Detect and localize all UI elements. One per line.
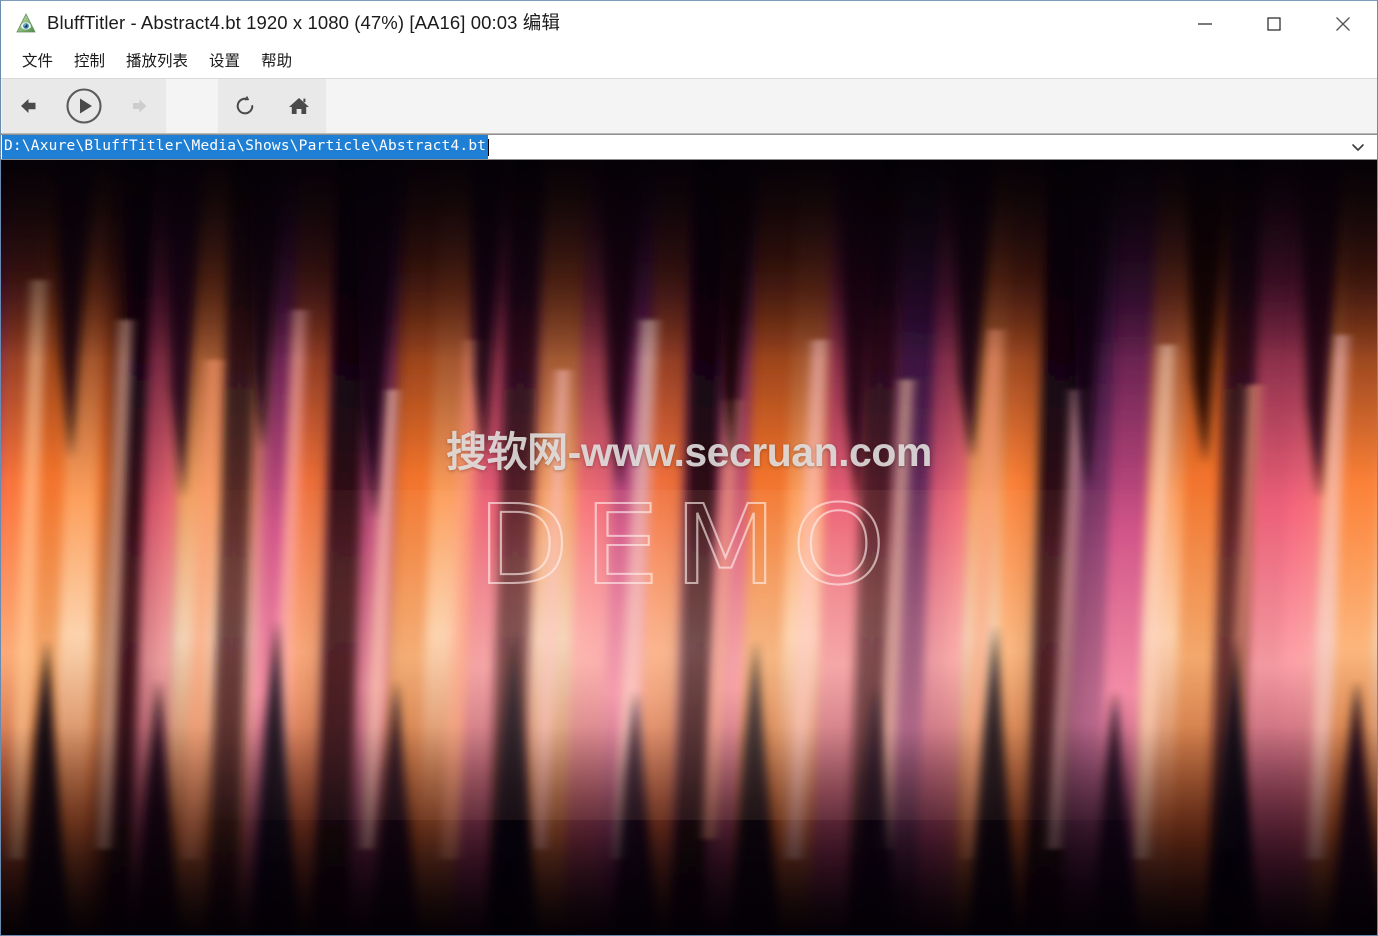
menu-control[interactable]: 控制 xyxy=(65,51,114,74)
menu-bar: 文件 控制 播放列表 设置 帮助 xyxy=(1,46,1377,79)
abstract-streak-background xyxy=(1,160,1377,935)
chevron-down-icon[interactable] xyxy=(1345,135,1371,159)
page-title: BluffTitler - Abstract4.bt 1920 x 1080 (… xyxy=(47,11,560,33)
back-button[interactable] xyxy=(2,79,56,134)
address-bar[interactable]: D:\Axure\BluffTitler\Media\Shows\Particl… xyxy=(1,134,1377,160)
menu-playlist[interactable]: 播放列表 xyxy=(117,51,197,74)
toolbar-separator xyxy=(166,79,218,133)
close-icon[interactable] xyxy=(1308,1,1377,46)
refresh-button[interactable] xyxy=(218,79,272,134)
menu-file[interactable]: 文件 xyxy=(13,51,62,74)
address-input[interactable]: D:\Axure\BluffTitler\Media\Shows\Particl… xyxy=(2,135,489,159)
app-window: BluffTitler - Abstract4.bt 1920 x 1080 (… xyxy=(0,0,1378,936)
play-button[interactable] xyxy=(56,79,112,134)
toolbar-group-navigation xyxy=(218,79,326,133)
blufftitler-eye-triangle-icon xyxy=(15,12,37,35)
toolbar-group-transport xyxy=(2,79,166,133)
menu-settings[interactable]: 设置 xyxy=(200,51,249,74)
maximize-icon[interactable] xyxy=(1239,1,1308,46)
toolbar xyxy=(1,79,1377,134)
minimize-icon[interactable] xyxy=(1170,1,1239,46)
title-bar: BluffTitler - Abstract4.bt 1920 x 1080 (… xyxy=(1,1,1377,46)
forward-button xyxy=(112,79,166,134)
text-caret xyxy=(488,138,490,156)
window-controls xyxy=(1170,1,1377,46)
home-button[interactable] xyxy=(272,79,326,134)
menu-help[interactable]: 帮助 xyxy=(252,51,301,74)
video-viewport[interactable]: 搜软网-www.secruan.com DEMO xyxy=(1,160,1377,935)
